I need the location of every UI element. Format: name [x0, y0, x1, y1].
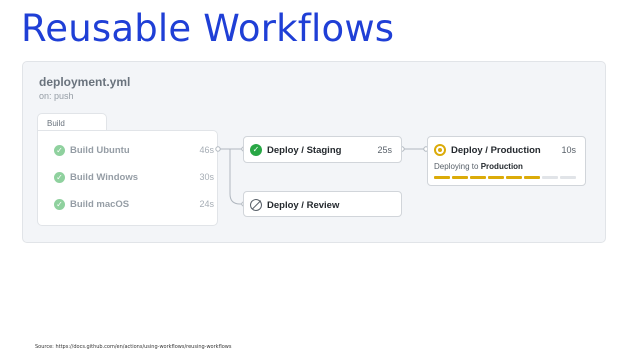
- job-label: Deploy / Review: [267, 200, 340, 211]
- deploying-target: Production: [480, 162, 523, 171]
- job-label: Deploy / Production: [451, 145, 541, 156]
- progress-segment: [506, 176, 522, 179]
- skipped-icon: [250, 199, 262, 211]
- job-deploy-review[interactable]: Deploy / Review: [243, 191, 402, 217]
- in-progress-icon: [434, 144, 446, 156]
- progress-segment: [452, 176, 468, 179]
- deploy-progress-bar: [434, 176, 580, 179]
- source-citation: Source: https://docs.github.com/en/actio…: [35, 344, 232, 350]
- progress-segment: [560, 176, 576, 179]
- deploying-prefix: Deploying to: [434, 162, 479, 171]
- progress-segment: [434, 176, 450, 179]
- progress-segment: [524, 176, 540, 179]
- job-label: Deploy / Staging: [267, 145, 342, 156]
- workflow-panel: deployment.yml on: push Build ✓ Build Ub…: [22, 61, 606, 243]
- job-deploy-production[interactable]: Deploy / Production 10s Deploying to Pro…: [427, 136, 586, 186]
- check-circle-icon: ✓: [250, 144, 262, 156]
- progress-segment: [470, 176, 486, 179]
- job-duration: 25s: [377, 145, 392, 155]
- progress-segment: [542, 176, 558, 179]
- progress-segment: [488, 176, 504, 179]
- slide-title: Reusable Workflows: [21, 7, 395, 50]
- job-deploy-staging[interactable]: ✓ Deploy / Staging 25s: [243, 136, 402, 163]
- deploying-status: Deploying to Production: [434, 162, 523, 171]
- job-duration: 10s: [561, 145, 576, 155]
